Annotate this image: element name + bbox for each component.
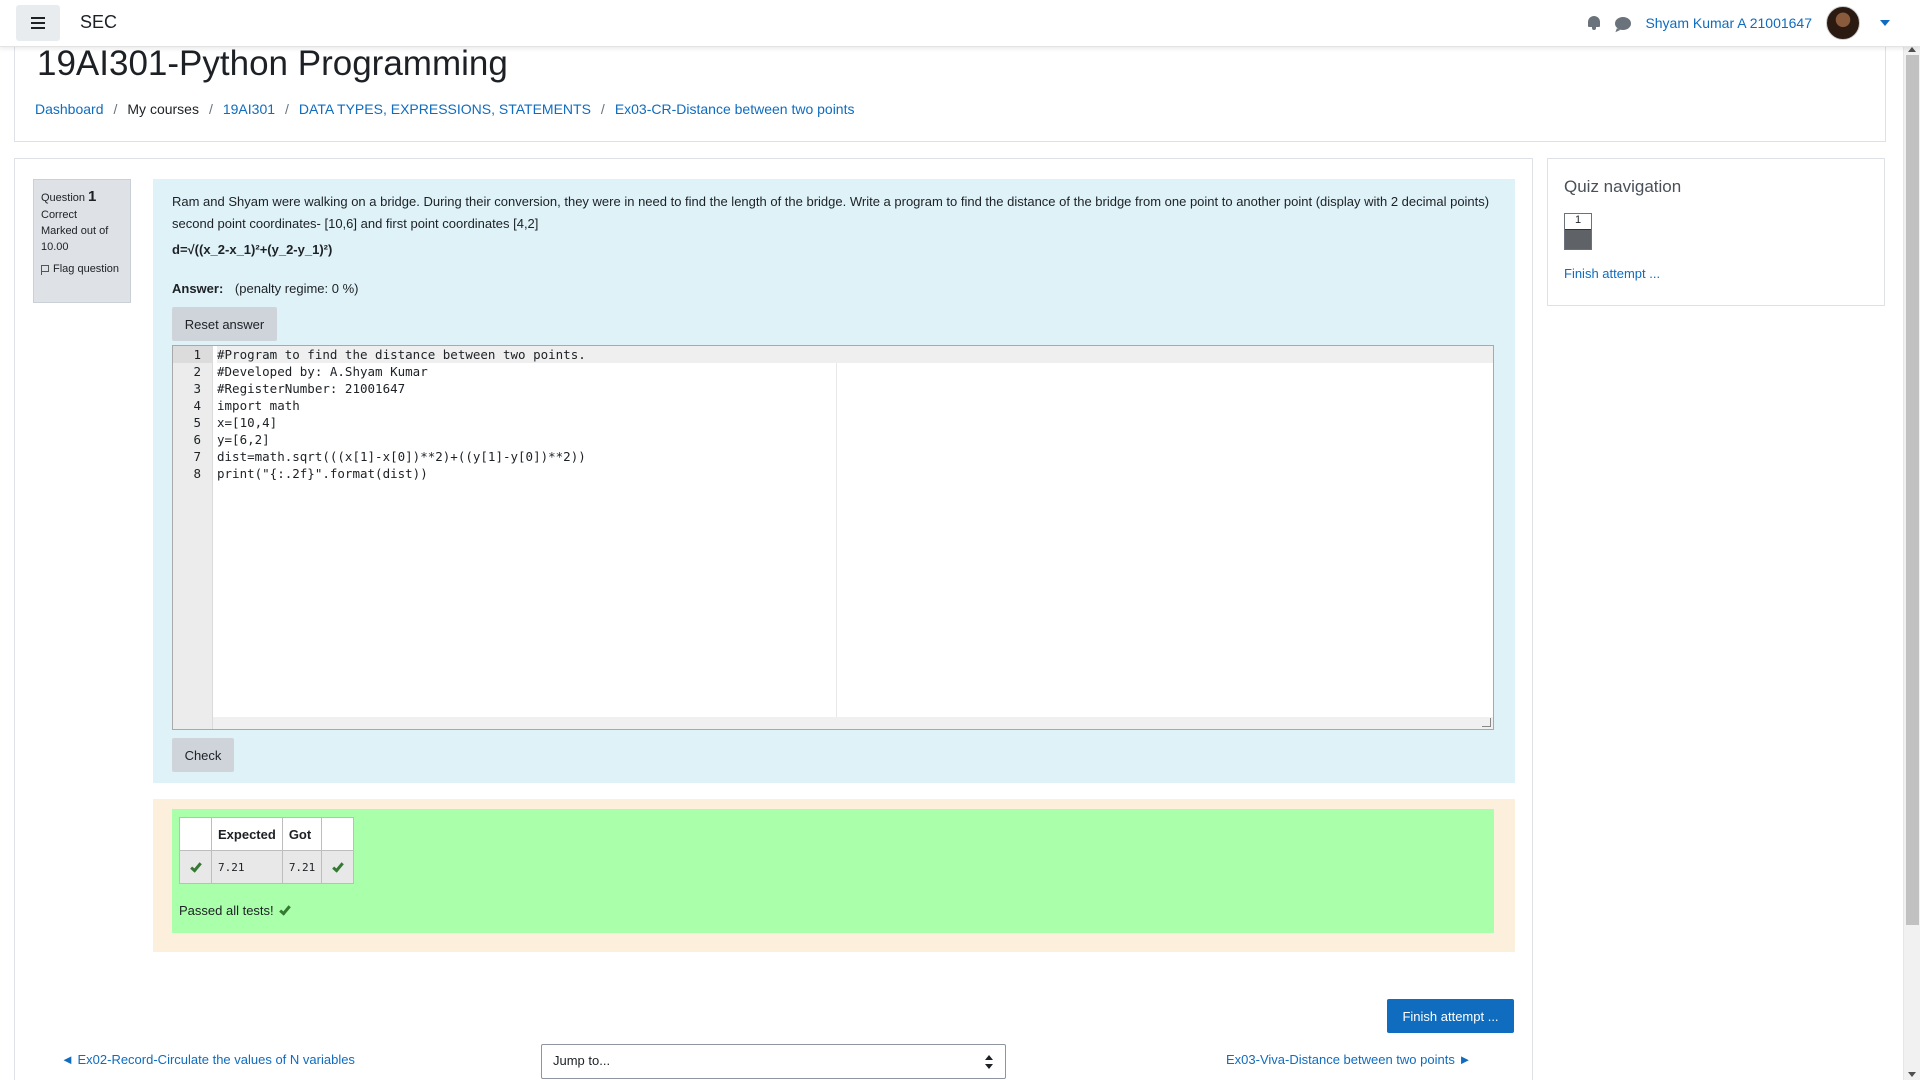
breadcrumb-separator: / <box>285 101 289 117</box>
breadcrumb-my-courses: My courses <box>127 101 199 117</box>
breadcrumb-activity[interactable]: Ex03-CR-Distance between two points <box>615 101 855 117</box>
breadcrumb-separator: / <box>208 101 213 117</box>
code-area[interactable]: #Program to find the distance between tw… <box>217 346 1493 729</box>
answer-label-line: Answer: (penalty regime: 0 %) <box>172 281 358 296</box>
editor-hscroll[interactable] <box>213 717 1493 729</box>
test-feedback: Expected Got 7.21 7.21 Passed all tests! <box>172 809 1494 933</box>
passed-all-tests: Passed all tests! <box>179 902 291 918</box>
user-area: Shyam Kumar A 21001647 <box>1587 6 1890 40</box>
question-formulation: Ram and Shyam were walking on a bridge. … <box>153 179 1515 783</box>
code-editor[interactable]: 12 3 4 5 6 7 8 #Program to find the distance b… <box>172 345 1494 730</box>
check-icon <box>278 902 291 916</box>
line-number: 8 <box>193 466 201 481</box>
code-line[interactable]: #RegisterNumber: 21001647 <box>217 380 1493 397</box>
breadcrumb-section[interactable]: DATA TYPES, EXPRESSIONS, STATEMENTS <box>299 101 591 117</box>
line-number-gutter: 12 3 4 5 6 7 8 <box>173 346 213 729</box>
question-grade: Marked out of 10.00 <box>41 224 109 253</box>
finish-attempt-button[interactable]: Finish attempt ... <box>1387 999 1514 1033</box>
quiz-navigation-block: Quiz navigation 1 Finish attempt ... <box>1547 158 1885 306</box>
answer-label: Answer: <box>172 281 224 296</box>
line-number: 2 <box>193 364 201 379</box>
previous-activity-link[interactable]: ◄ Ex02-Record-Circulate the values of N … <box>61 1052 355 1067</box>
select-arrows-icon <box>985 1055 993 1069</box>
results-header-pass <box>179 817 212 851</box>
passed-text: Passed all tests! <box>179 903 274 918</box>
results-header-status <box>321 817 355 851</box>
question-info: Question 1 Correct Marked out of 10.00 Fl… <box>33 179 131 303</box>
flag-icon <box>41 264 49 275</box>
breadcrumb-separator: / <box>600 101 605 117</box>
check-icon <box>189 859 202 873</box>
quiz-nav-finish-link[interactable]: Finish attempt ... <box>1564 266 1660 281</box>
menu-toggle-button[interactable] <box>16 5 60 41</box>
code-line[interactable]: #Developed by: A.Shyam Kumar <box>217 363 1493 380</box>
line-number: 1 <box>173 346 212 363</box>
messages-icon[interactable] <box>1615 16 1632 30</box>
question-state: Correct <box>41 208 78 221</box>
next-activity-link[interactable]: Ex03-Viva-Distance between two points ► <box>1226 1052 1471 1067</box>
question-outcome: Expected Got 7.21 7.21 Passed all tests! <box>153 799 1515 952</box>
quiz-nav-question-number: 1 <box>1574 214 1582 226</box>
table-row: 7.21 7.21 <box>179 850 355 884</box>
scroll-down-icon[interactable] <box>1908 1072 1916 1077</box>
code-line[interactable]: x=[10,4] <box>217 414 1493 431</box>
results-header-row: Expected Got <box>179 817 355 851</box>
result-status-cell <box>321 850 355 884</box>
scrollbar-thumb[interactable] <box>1906 55 1919 925</box>
check-icon <box>331 859 344 873</box>
line-number: 7 <box>193 449 201 464</box>
results-header-expected: Expected <box>211 817 283 851</box>
code-line[interactable]: dist=math.sqrt(((x[1]-x[0])**2)+((y[1]-y… <box>217 448 1493 465</box>
line-number: 3 <box>193 381 201 396</box>
jump-to-placeholder: Jump to... <box>553 1053 611 1068</box>
penalty-regime: (penalty regime: 0 %) <box>234 281 359 296</box>
reset-answer-button[interactable]: Reset answer <box>172 307 277 341</box>
avatar[interactable] <box>1826 6 1860 40</box>
user-menu-caret-icon[interactable] <box>1880 20 1890 26</box>
result-got: 7.21 <box>281 850 323 884</box>
jump-to-select[interactable]: Jump to... <box>541 1044 1006 1079</box>
flag-question-label: Flag question <box>53 262 120 275</box>
line-number: 4 <box>193 398 201 413</box>
line-number: 5 <box>193 415 201 430</box>
results-header-got: Got <box>281 817 323 851</box>
result-expected: 7.21 <box>211 850 283 884</box>
distance-formula: d=√((x_2-x_1)²+(y_2-y_1)²) <box>172 242 333 257</box>
bell-icon[interactable] <box>1587 15 1601 31</box>
question-text: Ram and Shyam were walking on a bridge. … <box>172 194 1490 231</box>
flag-question-button[interactable]: Flag question <box>41 262 123 278</box>
user-name[interactable]: Shyam Kumar A 21001647 <box>1645 15 1812 31</box>
resize-handle-icon[interactable] <box>1482 718 1491 727</box>
check-button[interactable]: Check <box>172 738 234 772</box>
code-line[interactable]: #Program to find the distance between tw… <box>217 346 1493 363</box>
line-number: 6 <box>193 432 201 447</box>
breadcrumb-separator: / <box>113 101 118 117</box>
results-table: Expected Got 7.21 7.21 <box>179 817 355 884</box>
quiz-nav-question-button[interactable]: 1 <box>1564 213 1592 250</box>
code-line[interactable]: y=[6,2] <box>217 431 1493 448</box>
scroll-up-icon[interactable] <box>1908 47 1916 52</box>
breadcrumb-dashboard[interactable]: Dashboard <box>35 101 104 117</box>
code-line[interactable]: print("{:.2f}".format(dist)) <box>217 465 1493 482</box>
site-brand[interactable]: SEC <box>80 12 117 33</box>
page-scrollbar[interactable] <box>1903 47 1920 1080</box>
question-number: Question 1 <box>41 188 97 205</box>
hamburger-icon <box>31 22 45 24</box>
result-pass-cell <box>179 850 212 884</box>
breadcrumb-course[interactable]: 19AI301 <box>223 101 275 117</box>
code-line[interactable]: import math <box>217 397 1493 414</box>
quiz-navigation-title: Quiz navigation <box>1564 177 1682 196</box>
answered-indicator <box>1565 229 1591 249</box>
breadcrumb: Dashboard / My courses / 19AI301 / DATA … <box>35 101 854 117</box>
top-navbar: SEC Shyam Kumar A 21001647 <box>0 0 1920 47</box>
page-title: 19AI301-Python Programming <box>37 44 508 83</box>
